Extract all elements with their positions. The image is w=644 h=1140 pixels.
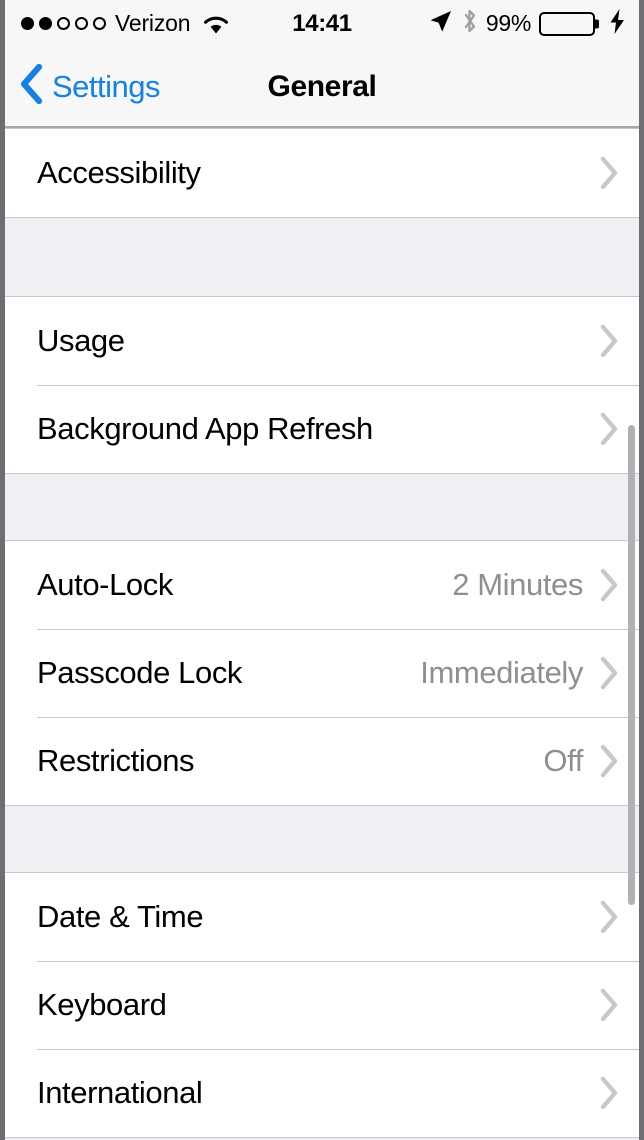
- section-gap: [5, 218, 639, 296]
- settings-row-usage[interactable]: Usage: [5, 297, 639, 385]
- scroll-indicator[interactable]: [628, 425, 635, 905]
- signal-dot-filled: [21, 17, 34, 30]
- cellular-signal-dots: [21, 17, 106, 30]
- settings-table[interactable]: Accessibility Usage Background App Refresh…: [5, 128, 639, 1140]
- chevron-right-icon: [599, 988, 619, 1022]
- chevron-right-icon: [599, 656, 619, 690]
- settings-row-restrictions[interactable]: Restrictions Off: [5, 717, 639, 805]
- settings-section: Usage Background App Refresh: [5, 296, 639, 474]
- chevron-right-icon: [599, 744, 619, 778]
- signal-dot-filled: [39, 17, 52, 30]
- settings-row-international[interactable]: International: [5, 1049, 639, 1137]
- status-bar: Verizon 14:41 99%: [5, 0, 639, 47]
- row-detail-value: Immediately: [420, 655, 583, 690]
- settings-row-accessibility[interactable]: Accessibility: [5, 129, 639, 217]
- location-arrow-icon: [428, 9, 453, 39]
- settings-section: Accessibility: [5, 128, 639, 218]
- chevron-right-icon: [599, 156, 619, 190]
- chevron-right-icon: [599, 1076, 619, 1110]
- row-label: Accessibility: [37, 155, 201, 190]
- row-label: Auto-Lock: [37, 567, 173, 602]
- chevron-right-icon: [599, 412, 619, 446]
- section-gap: [5, 806, 639, 872]
- signal-dot-empty: [75, 17, 88, 30]
- settings-section: Auto-Lock 2 Minutes Passcode Lock Immediate…: [5, 540, 639, 806]
- row-label: Keyboard: [37, 987, 167, 1022]
- back-button[interactable]: Settings: [5, 63, 161, 110]
- wifi-icon: [202, 13, 230, 35]
- settings-section: Date & Time Keyboard International: [5, 872, 639, 1138]
- row-label: Restrictions: [37, 743, 195, 778]
- settings-row-keyboard[interactable]: Keyboard: [5, 961, 639, 1049]
- status-bar-right: 99%: [428, 8, 625, 39]
- settings-row-passcode-lock[interactable]: Passcode Lock Immediately: [5, 629, 639, 717]
- row-label: Date & Time: [37, 899, 204, 934]
- row-label: Passcode Lock: [37, 655, 243, 690]
- signal-dot-empty: [57, 17, 70, 30]
- settings-row-auto-lock[interactable]: Auto-Lock 2 Minutes: [5, 541, 639, 629]
- battery-icon: [539, 11, 599, 36]
- settings-row-date-time[interactable]: Date & Time: [5, 873, 639, 961]
- status-bar-left: Verizon: [21, 10, 230, 37]
- chevron-right-icon: [599, 568, 619, 602]
- row-detail-value: Off: [543, 743, 583, 778]
- settings-row-background-app-refresh[interactable]: Background App Refresh: [5, 385, 639, 473]
- back-button-label: Settings: [52, 68, 161, 104]
- status-bar-clock: 14:41: [292, 9, 352, 37]
- row-label: Background App Refresh: [37, 411, 373, 446]
- iphone-screen: Verizon 14:41 99% Settings General Acces…: [0, 0, 644, 1140]
- page-title: General: [267, 69, 377, 103]
- row-detail-value: 2 Minutes: [452, 567, 583, 602]
- row-label: International: [37, 1075, 203, 1110]
- carrier-label: Verizon: [115, 10, 191, 36]
- row-label: Usage: [37, 323, 125, 358]
- bluetooth-icon: [461, 8, 478, 39]
- navigation-bar: Settings General: [5, 47, 639, 128]
- signal-dot-empty: [93, 17, 106, 30]
- section-gap: [5, 474, 639, 540]
- battery-percent-label: 99%: [485, 10, 531, 36]
- lightning-bolt-icon: [610, 8, 625, 39]
- chevron-right-icon: [599, 900, 619, 934]
- chevron-right-icon: [599, 324, 619, 358]
- chevron-left-icon: [19, 63, 44, 110]
